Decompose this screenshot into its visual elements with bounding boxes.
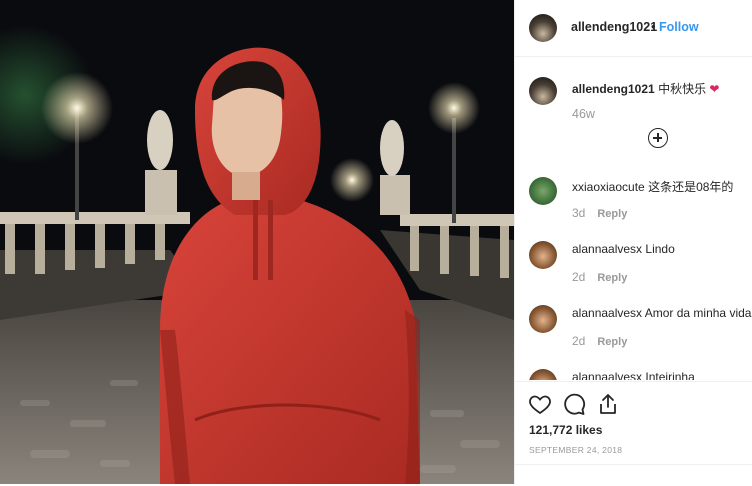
post-date: SEPTEMBER 24, 2018 — [529, 445, 623, 455]
heart-icon[interactable] — [528, 392, 552, 416]
comment-username[interactable]: xxiaoxiaocute — [572, 180, 645, 194]
comment-username[interactable]: alannaalvesx — [572, 242, 642, 256]
comment-text: Lindo — [645, 242, 675, 256]
avatar[interactable] — [529, 369, 557, 380]
photo-illustration — [0, 0, 514, 484]
comment-username[interactable]: alannaalvesx — [572, 370, 642, 380]
comment-meta: 3d Reply — [572, 206, 627, 220]
comment-age: 2d — [572, 334, 586, 348]
avatar[interactable] — [529, 241, 557, 269]
separator-dot: • — [651, 20, 656, 34]
reply-button[interactable]: Reply — [597, 336, 627, 348]
comment-meta: 2d Reply — [572, 270, 627, 284]
comment-text: Inteirinha — [645, 370, 695, 380]
comment-text-line: xxiaoxiaocute 这条还是08年的 — [572, 178, 733, 195]
share-icon[interactable] — [596, 392, 620, 416]
follow-button[interactable]: Follow — [659, 20, 699, 34]
comment-icon[interactable] — [562, 392, 586, 416]
comment-username[interactable]: alannaalvesx — [572, 306, 642, 320]
add-comment-bar[interactable] — [515, 464, 752, 486]
comment-meta: 2d Reply — [572, 334, 627, 348]
comment-age: 3d — [572, 206, 586, 220]
avatar[interactable] — [529, 77, 557, 105]
comment-text-line: alannaalvesx Amor da minha vida — [572, 306, 751, 320]
plus-circle-icon[interactable] — [648, 128, 668, 148]
post-sidebar: allendeng1021 • Follow allendeng1021 中秋快… — [514, 0, 752, 484]
caption-username[interactable]: allendeng1021 — [572, 82, 655, 96]
comment-text: Amor da minha vida — [644, 306, 752, 320]
comment-text: 这条还是08年的 — [648, 180, 734, 194]
avatar[interactable] — [529, 177, 557, 205]
post-header: allendeng1021 • Follow — [515, 0, 752, 57]
post-actions: 121,772 likes SEPTEMBER 24, 2018 — [515, 381, 752, 485]
reply-button[interactable]: Reply — [597, 272, 627, 284]
heart-emoji-icon: ❤ — [709, 82, 720, 96]
comment-text-line: alannaalvesx Lindo — [572, 242, 675, 256]
comment-age: 2d — [572, 270, 586, 284]
caption-age: 46w — [572, 107, 595, 121]
like-count[interactable]: 121,772 likes — [529, 423, 602, 437]
caption-text-line: allendeng1021 中秋快乐 ❤ — [572, 80, 719, 97]
header-username[interactable]: allendeng1021 — [571, 20, 657, 34]
post-photo[interactable] — [0, 0, 514, 484]
avatar[interactable] — [529, 14, 557, 42]
comments-list[interactable]: allendeng1021 中秋快乐 ❤ 46w xxiaoxiaocute 这… — [515, 57, 752, 380]
comment-text-line: alannaalvesx Inteirinha — [572, 370, 695, 380]
reply-button[interactable]: Reply — [597, 208, 627, 220]
caption-text: 中秋快乐 — [658, 82, 707, 96]
avatar[interactable] — [529, 305, 557, 333]
